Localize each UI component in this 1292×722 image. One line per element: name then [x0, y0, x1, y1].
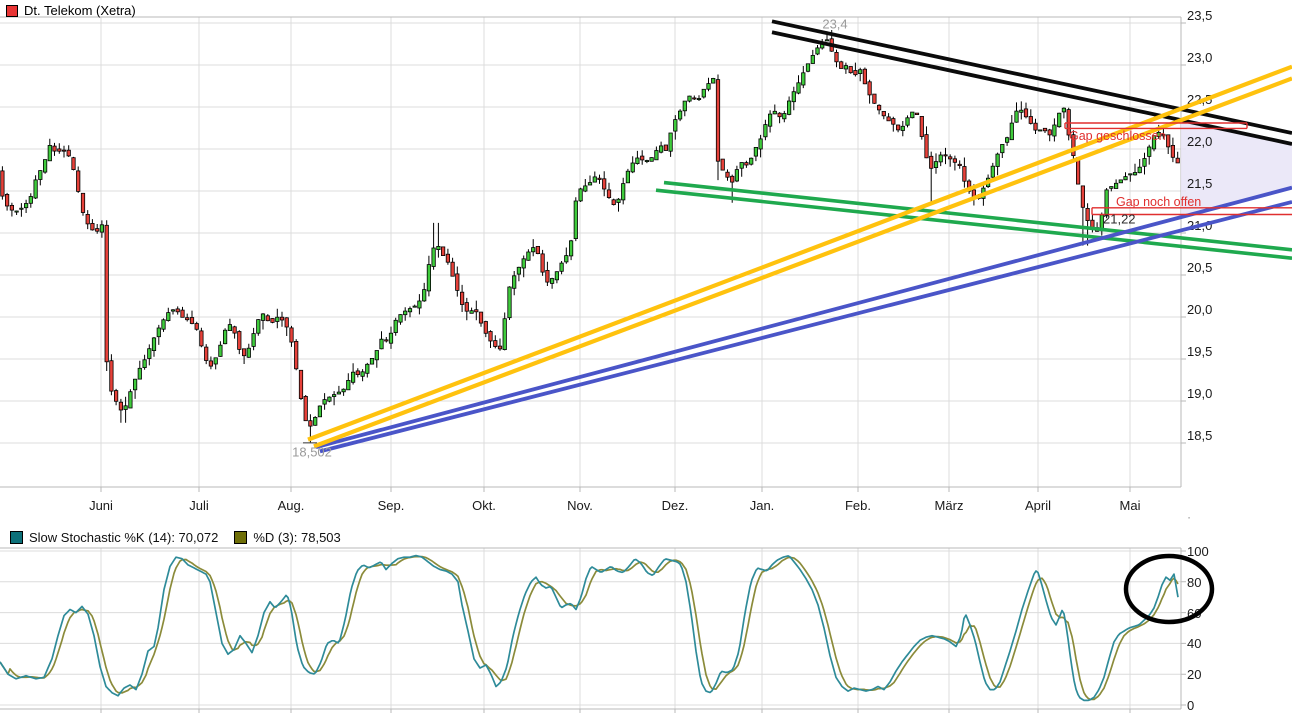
price-tick-label: 21,0	[1187, 219, 1212, 233]
indicator-legend: Slow Stochastic %K (14): 70,072 %D (3): …	[10, 530, 357, 545]
month-tick-label: Juni	[89, 499, 113, 513]
stock-chart-screenshot: 23,5 23,0 22,5 22,0 21,5 21,0 20,5 20,0 19,5 19,0…	[0, 0, 1292, 722]
stochastic-d-label: %D (3): 78,503	[253, 530, 340, 545]
month-tick-label: Sep.	[378, 499, 405, 513]
axis-labels-layer: 23,5 23,0 22,5 22,0 21,5 21,0 20,5 20,0 19,5 19,0…	[0, 0, 1292, 722]
stochastic-d-swatch	[234, 531, 247, 544]
stoch-tick-label: 60	[1187, 607, 1201, 621]
month-tick-label: Jan.	[750, 499, 775, 513]
gap-open-price-label: 21,22	[1103, 212, 1136, 227]
series-color-swatch	[6, 5, 18, 17]
low-price-annotation: 18,502	[292, 445, 332, 460]
month-tick-label: Aug.	[278, 499, 305, 513]
price-tick-label: 22,5	[1187, 93, 1212, 107]
stoch-tick-label: 100	[1187, 545, 1209, 559]
month-tick-label: März	[935, 499, 964, 513]
gap-closed-label: Gap geschlossen	[1069, 129, 1166, 143]
price-tick-label: 19,0	[1187, 387, 1212, 401]
month-tick-label: Okt.	[472, 499, 496, 513]
stochastic-k-label: Slow Stochastic %K (14): 70,072	[29, 530, 218, 545]
price-tick-label: 21,5	[1187, 177, 1212, 191]
month-tick-label: Juli	[189, 499, 209, 513]
chart-header: Dt. Telekom (Xetra)	[6, 3, 136, 18]
month-tick-label: Mai	[1120, 499, 1141, 513]
chart-title: Dt. Telekom (Xetra)	[24, 3, 136, 18]
stoch-tick-label: 40	[1187, 637, 1201, 651]
month-tick-label: Feb.	[845, 499, 871, 513]
price-tick-label: 20,5	[1187, 261, 1212, 275]
stoch-tick-label: 0	[1187, 699, 1194, 713]
price-tick-label: 23,5	[1187, 9, 1212, 23]
price-tick-label: 19,5	[1187, 345, 1212, 359]
gap-open-label: Gap noch offen	[1116, 195, 1201, 209]
month-tick-label: Dez.	[662, 499, 689, 513]
stray-dot: .	[1187, 507, 1191, 522]
stoch-tick-label: 20	[1187, 668, 1201, 682]
month-tick-label: Nov.	[567, 499, 593, 513]
price-tick-label: 23,0	[1187, 51, 1212, 65]
price-tick-label: 20,0	[1187, 303, 1212, 317]
price-tick-label: 22,0	[1187, 135, 1212, 149]
stoch-tick-label: 80	[1187, 576, 1201, 590]
price-tick-label: 18,5	[1187, 429, 1212, 443]
peak-price-annotation: 23,4	[822, 17, 847, 32]
stochastic-k-swatch	[10, 531, 23, 544]
month-tick-label: April	[1025, 499, 1051, 513]
